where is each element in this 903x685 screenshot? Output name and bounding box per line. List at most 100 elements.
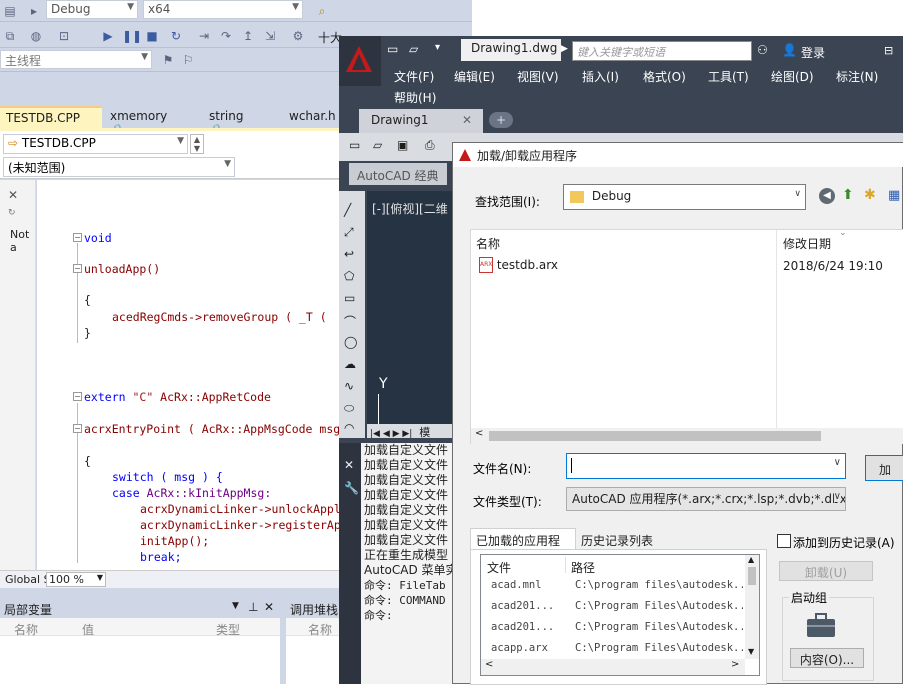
tab-xmemory[interactable]: xmemory 🔒: [104, 106, 184, 137]
close-icon[interactable]: ✕: [8, 188, 18, 202]
column-header-date[interactable]: 修改日期: [783, 235, 831, 252]
file-list[interactable]: 名称 修改日期 ⌄ ARX testdb.arx 2018/6/24 19:10…: [470, 228, 903, 444]
hex-display-icon[interactable]: ⇲: [262, 28, 278, 44]
step-out-icon[interactable]: ↥: [240, 28, 256, 44]
dropdown-icon[interactable]: ▾: [435, 42, 440, 53]
start-debug-icon[interactable]: ▸: [26, 3, 42, 19]
close-icon[interactable]: ✕: [344, 458, 354, 472]
continue-icon[interactable]: ▶: [100, 28, 116, 44]
menu-dimension[interactable]: 标注(N): [836, 68, 878, 85]
fold-toggle[interactable]: −: [73, 233, 82, 242]
save-icon[interactable]: ▣: [397, 138, 408, 152]
tab-loaded-apps[interactable]: 已加载的应用程序: [470, 528, 576, 565]
new-tab-icon[interactable]: +: [489, 112, 513, 128]
horizontal-scrollbar[interactable]: < >: [481, 659, 745, 675]
zoom-combo[interactable]: 100 % ▼: [46, 572, 106, 587]
new-folder-icon[interactable]: ✱: [864, 187, 876, 203]
stop-icon[interactable]: ■: [144, 28, 160, 44]
scope-combo[interactable]: (未知范围) ▼: [3, 157, 235, 177]
scroll-left-icon[interactable]: <: [475, 428, 483, 439]
overflow-icon[interactable]: ⊟: [884, 44, 893, 57]
threads-icon[interactable]: ⚙: [290, 28, 306, 44]
load-button[interactable]: 加: [865, 455, 903, 481]
loaded-app-row[interactable]: acapp.arx C:\Program Files\Autodesk...: [481, 640, 743, 658]
menu-view[interactable]: 视图(V): [517, 68, 559, 85]
wrench-icon[interactable]: 🔧: [344, 481, 359, 495]
tab-string[interactable]: string 🔒: [203, 106, 265, 137]
view-menu-icon[interactable]: ▦: [888, 188, 900, 203]
wrap-icon[interactable]: ↻: [8, 208, 16, 218]
login-link[interactable]: 登录: [801, 44, 825, 61]
new-icon[interactable]: ▭: [349, 138, 360, 152]
xline-icon[interactable]: ⤢: [344, 225, 354, 240]
revcloud-icon[interactable]: ☁: [344, 357, 356, 371]
vs-misc-icon[interactable]: ▤: [2, 3, 18, 19]
file-nav-combo[interactable]: ⇨ TESTDB.CPP ▼: [3, 134, 188, 154]
lookin-combo[interactable]: Debug ∨: [563, 184, 806, 210]
pause-icon[interactable]: ❚❚: [122, 28, 142, 44]
column-header-name[interactable]: 名称: [476, 235, 500, 252]
arc-icon[interactable]: ⌒: [344, 313, 356, 330]
rectangle-icon[interactable]: ▭: [344, 291, 355, 305]
menu-edit[interactable]: 编辑(E): [454, 68, 495, 85]
scroll-thumb[interactable]: [489, 431, 821, 441]
file-row[interactable]: ARX testdb.arx: [479, 257, 759, 277]
up-folder-icon[interactable]: ⬆: [842, 187, 854, 203]
breakpoint-icon[interactable]: ◍: [28, 28, 44, 44]
horizontal-scrollbar[interactable]: <: [471, 428, 903, 444]
restart-icon[interactable]: ↻: [168, 28, 184, 44]
thread-combo[interactable]: 主线程 ▼: [0, 50, 152, 69]
add-history-label[interactable]: 添加到历史记录(A): [793, 534, 895, 551]
user-icon[interactable]: 👤: [782, 43, 797, 57]
build-icon[interactable]: ⧉: [2, 28, 18, 44]
tab-model[interactable]: 模: [419, 426, 430, 439]
polygon-icon[interactable]: ⬠: [344, 269, 354, 283]
flag-all-icon[interactable]: ⚐: [180, 52, 196, 68]
new-file-icon[interactable]: ▭: [387, 42, 398, 56]
binoculars-icon[interactable]: ⚇: [757, 43, 768, 57]
polyline-icon[interactable]: ↩: [344, 247, 354, 261]
flag-thread-icon[interactable]: ⚑: [160, 52, 176, 68]
ellipse-icon[interactable]: ⬭: [344, 401, 354, 416]
tab-history-list[interactable]: 历史记录列表: [577, 530, 659, 550]
scroll-down-icon[interactable]: ▼: [748, 647, 754, 656]
filename-input[interactable]: ∨: [566, 453, 846, 479]
platform-combo[interactable]: x64 ▼: [143, 0, 303, 19]
step-over-icon[interactable]: ↷: [218, 28, 234, 44]
code-editor[interactable]: − − − − void unloadApp() { acedRegCmds->…: [37, 180, 339, 570]
step-into-icon[interactable]: ⇥: [196, 28, 212, 44]
scroll-up-icon[interactable]: ▲: [748, 555, 754, 564]
menu-format[interactable]: 格式(O): [643, 68, 686, 85]
locals-grid[interactable]: 名称 值 类型: [0, 618, 280, 684]
scroll-thumb[interactable]: [748, 567, 756, 585]
workspace-combo[interactable]: AutoCAD 经典: [349, 163, 447, 185]
menu-draw[interactable]: 绘图(D): [771, 68, 814, 85]
fold-toggle[interactable]: −: [73, 264, 82, 273]
loaded-app-row[interactable]: acad.mnl C:\program files\autodesk...: [481, 577, 743, 595]
column-header-file[interactable]: 文件: [487, 559, 511, 576]
fold-toggle[interactable]: −: [73, 392, 82, 401]
loaded-app-row[interactable]: acad201... C:\Program Files\Autodesk...: [481, 598, 743, 616]
fold-toggle[interactable]: −: [73, 424, 82, 433]
filetype-combo[interactable]: AutoCAD 应用程序(*.arx;*.crx;*.lsp;*.dvb;*.d…: [566, 487, 846, 511]
tab-nav-icon[interactable]: |◀ ◀ ▶ ▶|: [370, 429, 412, 439]
viewport-controls[interactable]: [-][俯视][二维: [372, 200, 448, 217]
menu-file[interactable]: 文件(F): [394, 68, 434, 85]
column-header-path[interactable]: 路径: [571, 559, 595, 576]
spline-icon[interactable]: ∿: [344, 379, 354, 393]
menu-insert[interactable]: 插入(I): [582, 68, 619, 85]
ellipse-arc-icon[interactable]: ◠: [344, 421, 354, 435]
open-file-icon[interactable]: ▱: [409, 42, 418, 56]
vertical-scrollbar[interactable]: ▲ ▼: [745, 555, 759, 659]
menu-tools[interactable]: 工具(T): [708, 68, 749, 85]
print-icon[interactable]: ⎙: [425, 138, 435, 153]
back-icon[interactable]: ◀: [819, 188, 835, 204]
search-input[interactable]: 键入关键字或短语: [572, 41, 752, 61]
tab-drawing1[interactable]: Drawing1 ✕: [359, 109, 483, 133]
loaded-app-row[interactable]: acad201... C:\Program Files\Autodesk...: [481, 619, 743, 637]
line-icon[interactable]: ╱: [344, 203, 351, 217]
find-in-files-icon[interactable]: ⌕: [314, 3, 330, 19]
application-menu-button[interactable]: [339, 36, 381, 86]
close-icon[interactable]: ✕: [264, 600, 274, 614]
pin-icon[interactable]: ⊥: [248, 600, 258, 614]
